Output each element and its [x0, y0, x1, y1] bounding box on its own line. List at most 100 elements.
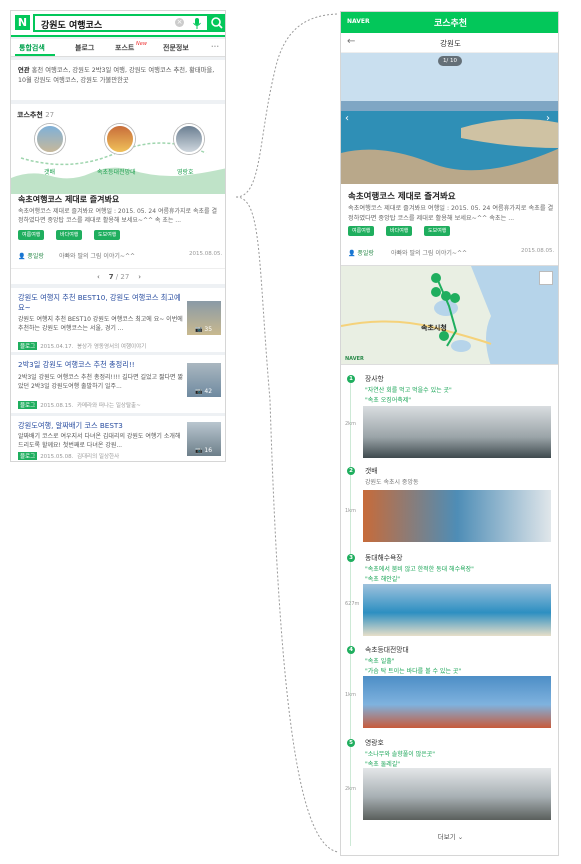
card-date: 2015.08.15.	[40, 403, 74, 409]
hero-photo[interactable]: ‹ › 1/ 10	[341, 53, 558, 184]
naver-logo[interactable]: N	[15, 15, 30, 30]
course-pin-3[interactable]	[174, 124, 204, 154]
map-naver-logo: NAVER	[345, 356, 364, 362]
card-thumb[interactable]: 📷 16	[187, 422, 221, 456]
related-searches: 연관 홍천 여행코스, 강원도 2박3일 여행, 강원도 여행코스 추천, 황태…	[11, 60, 225, 100]
stop-name[interactable]: 영랑호	[365, 737, 384, 747]
tag-summer[interactable]: 여름여행	[18, 230, 45, 240]
left-phone-screen: N 강원도 여행코스 × 통합검색 블로그 포스트 New 전문정보 ··· 연…	[10, 10, 226, 462]
card-thumb-count: 📷 35	[195, 326, 213, 333]
page-current: 7	[108, 273, 114, 281]
new-badge: New	[136, 41, 147, 47]
card-author[interactable]: 김대리의 일상한사	[77, 454, 119, 460]
stop-name[interactable]: 장사항	[365, 373, 384, 383]
prev-photo-icon[interactable]: ‹	[345, 113, 349, 124]
stop-number: 1	[347, 375, 355, 383]
course-user-name: 풍일랑	[27, 253, 44, 260]
more-tabs-icon[interactable]: ···	[211, 43, 219, 51]
tab-post[interactable]: 포스트	[115, 43, 134, 53]
course-desc: 속초여행코스 제대로 즐겨봐요 여행일 : 2015. 05. 24 여름휴가지…	[348, 205, 554, 222]
stop-photo[interactable]	[363, 490, 551, 542]
course-pager: ‹ 7 / 27 ›	[11, 268, 225, 284]
pin-label-2: 속초등대전망대	[97, 169, 136, 176]
stop-quote: "소나무와 솔향풀이 많은곳"	[365, 751, 436, 758]
card-author[interactable]: 카메라와 떠나는 일상탈출~	[77, 403, 141, 409]
stop-distance: 627m	[345, 601, 360, 607]
search-query[interactable]: 강원도 여행코스	[41, 18, 102, 31]
course-user[interactable]: 👤 풍일랑	[348, 248, 374, 257]
search-button[interactable]	[209, 14, 225, 32]
stop-name[interactable]: 동대해수욕장	[365, 552, 403, 562]
course-user-text: 아빠와 딸의 그림 이야기~^^	[59, 253, 136, 260]
stop-distance: 2km	[345, 421, 356, 427]
card-thumb-count: 📷 42	[195, 388, 213, 395]
card-title[interactable]: 강원도여행, 알짜배기 코스 BEST3	[18, 421, 183, 431]
related-text[interactable]: 홍천 여행코스, 강원도 2박3일 여행, 강원도 여행코스 추천, 황태마을,…	[18, 67, 214, 84]
search-bar: N 강원도 여행코스 ×	[11, 11, 225, 37]
stop-number: 5	[347, 739, 355, 747]
card-thumb[interactable]: 📷 35	[187, 301, 221, 335]
stop-number: 2	[347, 467, 355, 475]
stop-photo[interactable]	[363, 768, 551, 820]
next-icon[interactable]: ›	[138, 273, 141, 281]
stop-distance: 1km	[345, 692, 356, 698]
stop-quote: "속초 둘레길"	[365, 761, 401, 768]
card-thumb-number: 35	[204, 326, 213, 333]
card-date: 2015.04.17.	[40, 344, 74, 350]
tag-walk[interactable]: 도보여행	[424, 226, 451, 236]
course-recommend-panel: 코스추천 27 갯배 속초등대전망대 영랑호 속초여행코스 제대로 즐겨봐요 속…	[11, 104, 225, 284]
card-meta: 블로그 2015.04.17. 봉상가 영동영서의 여행이야기	[18, 342, 146, 350]
stop-photo[interactable]	[363, 676, 551, 728]
course-name[interactable]: 속초여행코스 제대로 즐겨봐요	[18, 194, 119, 205]
stop-quote: "속초 오징어축제"	[365, 397, 412, 404]
mic-icon[interactable]	[191, 17, 203, 30]
photo-counter: 1/ 10	[438, 56, 462, 66]
tab-integrated[interactable]: 통합검색	[19, 43, 45, 53]
tag-walk[interactable]: 도보여행	[94, 230, 121, 240]
course-user[interactable]: 👤 풍일랑	[18, 251, 44, 260]
card-meta: 블로그 2015.08.15. 카메라와 떠나는 일상탈출~	[18, 401, 141, 409]
more-label: 더보기	[437, 833, 456, 841]
card-author[interactable]: 봉상가 영동영서의 여행이야기	[77, 344, 146, 350]
stop-distance: 1km	[345, 508, 356, 514]
tab-blog[interactable]: 블로그	[75, 43, 94, 53]
card-thumb[interactable]: 📷 42	[187, 363, 221, 397]
result-card-1[interactable]: 강원도 여행지 추천 BEST10, 강원도 여행코스 최고예요~ 강원도 여행…	[11, 288, 225, 352]
card-body: 알짜배기 코스로 여우지서 다녀온 김대리의 강원도 여행기 소개해드리도록 할…	[18, 433, 181, 449]
result-card-2[interactable]: 2박3일 강원도 여행코스 추천 총정리!! 2박3일 강원도 여행코스 추천 …	[11, 355, 225, 413]
stop-address: 강원도 속초시 중앙동	[365, 479, 419, 486]
card-title[interactable]: 강원도 여행지 추천 BEST10, 강원도 여행코스 최고예요~	[18, 293, 183, 313]
card-tag: 블로그	[18, 401, 38, 409]
related-label: 연관	[18, 67, 30, 74]
more-button[interactable]: 더보기 ⌄	[341, 831, 558, 841]
tag-sea[interactable]: 바다여행	[386, 226, 413, 236]
stop-photo[interactable]	[363, 584, 551, 636]
search-input[interactable]: 강원도 여행코스 ×	[33, 14, 209, 32]
tab-active-underline	[15, 54, 55, 56]
tag-sea[interactable]: 바다여행	[56, 230, 83, 240]
sub-title: 강원도	[440, 39, 461, 48]
clear-icon[interactable]: ×	[175, 18, 184, 27]
result-card-3[interactable]: 강원도여행, 알짜배기 코스 BEST3 알짜배기 코스로 여우지서 다녀온 김…	[11, 416, 225, 461]
course-pin-2[interactable]	[105, 124, 135, 154]
next-photo-icon[interactable]: ›	[546, 113, 550, 124]
route-map[interactable]: 속초시청 NAVER	[341, 265, 558, 365]
stop-quote: "속초 해안길"	[365, 576, 401, 583]
course-user-name: 풍일랑	[357, 250, 374, 257]
tag-summer[interactable]: 여름여행	[348, 226, 375, 236]
stop-quote: "속초에서 붐비 않고 한적한 동대 해수욕장"	[365, 566, 474, 573]
stop-quote: "가슴 탁 트이는 바다를 볼 수 있는 곳"	[365, 668, 462, 675]
course-pin-1[interactable]	[35, 124, 65, 154]
stop-name[interactable]: 속초등대전망대	[365, 644, 409, 654]
search-icon	[211, 17, 223, 29]
prev-icon[interactable]: ‹	[97, 273, 100, 281]
card-title[interactable]: 2박3일 강원도 여행코스 추천 총정리!!	[18, 360, 183, 370]
course-desc: 속초여행코스 제대로 즐겨봐요 여행일 : 2015. 05. 24 여름휴가지…	[18, 208, 217, 224]
tab-expert[interactable]: 전문정보	[163, 43, 189, 53]
map-location-icon[interactable]	[539, 271, 553, 285]
card-tag: 블로그	[18, 452, 38, 460]
card-thumb-count: 📷 16	[195, 447, 213, 454]
map-graphic	[341, 266, 558, 364]
stop-photo[interactable]	[363, 406, 551, 458]
stop-name[interactable]: 갯배	[365, 465, 378, 475]
